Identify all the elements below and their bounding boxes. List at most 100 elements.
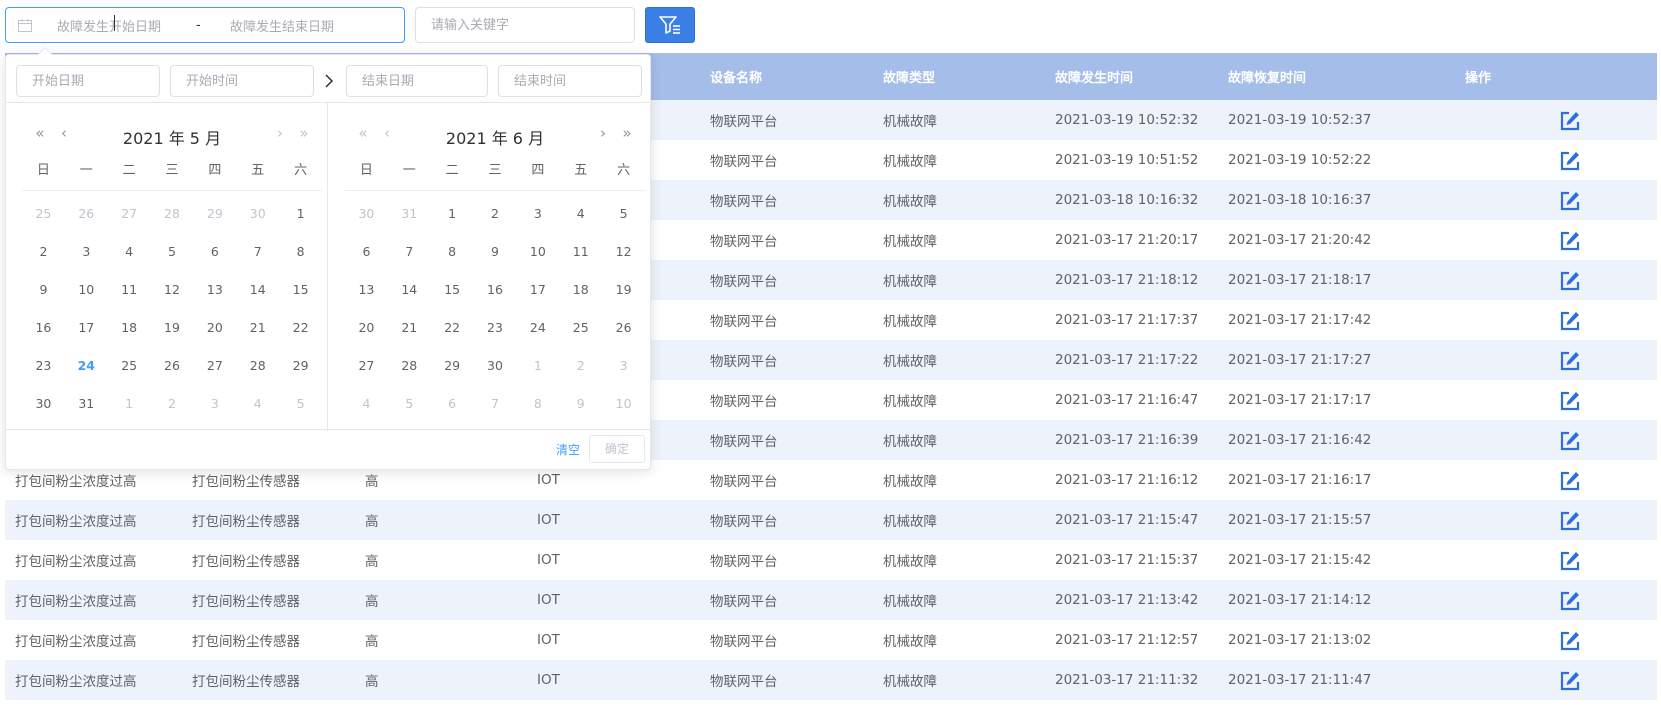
edit-icon[interactable] xyxy=(1559,670,1581,692)
day-cell[interactable]: 6 xyxy=(193,233,236,271)
day-cell[interactable]: 8 xyxy=(516,385,559,423)
end-time-field[interactable] xyxy=(498,65,642,97)
day-cell[interactable]: 13 xyxy=(345,271,388,309)
day-cell[interactable]: 2 xyxy=(151,385,194,423)
day-cell[interactable]: 18 xyxy=(559,271,602,309)
day-cell[interactable]: 1 xyxy=(516,347,559,385)
edit-icon[interactable] xyxy=(1559,110,1581,132)
day-cell[interactable]: 11 xyxy=(559,233,602,271)
day-cell[interactable]: 9 xyxy=(22,271,65,309)
day-cell[interactable]: 30 xyxy=(236,195,279,233)
day-cell[interactable]: 10 xyxy=(516,233,559,271)
start-date-field[interactable] xyxy=(16,65,160,97)
day-cell[interactable]: 31 xyxy=(388,195,431,233)
day-cell[interactable]: 28 xyxy=(236,347,279,385)
end-date-placeholder[interactable]: 故障发生结束日期 xyxy=(230,16,334,35)
day-cell[interactable]: 25 xyxy=(108,347,151,385)
day-cell[interactable]: 4 xyxy=(236,385,279,423)
day-cell[interactable]: 27 xyxy=(345,347,388,385)
day-cell[interactable]: 10 xyxy=(65,271,108,309)
today-cell[interactable]: 24 xyxy=(65,347,108,385)
day-cell[interactable]: 4 xyxy=(108,233,151,271)
day-cell[interactable]: 4 xyxy=(345,385,388,423)
next-month-button[interactable]: › xyxy=(595,124,611,142)
day-cell[interactable]: 13 xyxy=(193,271,236,309)
day-cell[interactable]: 9 xyxy=(559,385,602,423)
day-cell[interactable]: 17 xyxy=(65,309,108,347)
day-cell[interactable]: 12 xyxy=(151,271,194,309)
day-cell[interactable]: 8 xyxy=(279,233,322,271)
edit-icon[interactable] xyxy=(1559,510,1581,532)
day-cell[interactable]: 29 xyxy=(431,347,474,385)
day-cell[interactable]: 9 xyxy=(474,233,517,271)
day-cell[interactable]: 7 xyxy=(474,385,517,423)
day-cell[interactable]: 21 xyxy=(388,309,431,347)
day-cell[interactable]: 1 xyxy=(108,385,151,423)
day-cell[interactable]: 11 xyxy=(108,271,151,309)
day-cell[interactable]: 18 xyxy=(108,309,151,347)
day-cell[interactable]: 20 xyxy=(345,309,388,347)
day-cell[interactable]: 15 xyxy=(431,271,474,309)
date-range-input[interactable]: 故障发生开始日期 - 故障发生结束日期 xyxy=(5,7,405,43)
day-cell[interactable]: 30 xyxy=(345,195,388,233)
edit-icon[interactable] xyxy=(1559,310,1581,332)
day-cell[interactable]: 27 xyxy=(108,195,151,233)
day-cell[interactable]: 17 xyxy=(516,271,559,309)
edit-icon[interactable] xyxy=(1559,190,1581,212)
day-cell[interactable]: 22 xyxy=(431,309,474,347)
day-cell[interactable]: 7 xyxy=(236,233,279,271)
edit-icon[interactable] xyxy=(1559,430,1581,452)
edit-icon[interactable] xyxy=(1559,350,1581,372)
day-cell[interactable]: 24 xyxy=(516,309,559,347)
day-cell[interactable]: 3 xyxy=(602,347,645,385)
day-cell[interactable]: 2 xyxy=(22,233,65,271)
day-cell[interactable]: 26 xyxy=(65,195,108,233)
day-cell[interactable]: 4 xyxy=(559,195,602,233)
day-cell[interactable]: 25 xyxy=(22,195,65,233)
edit-icon[interactable] xyxy=(1559,390,1581,412)
edit-icon[interactable] xyxy=(1559,630,1581,652)
day-cell[interactable]: 5 xyxy=(388,385,431,423)
day-cell[interactable]: 2 xyxy=(559,347,602,385)
day-cell[interactable]: 5 xyxy=(602,195,645,233)
day-cell[interactable]: 16 xyxy=(22,309,65,347)
start-date-placeholder[interactable]: 故障发生开始日期 xyxy=(57,14,182,35)
day-cell[interactable]: 3 xyxy=(193,385,236,423)
day-cell[interactable]: 26 xyxy=(151,347,194,385)
end-date-field[interactable] xyxy=(346,65,488,97)
day-cell[interactable]: 3 xyxy=(65,233,108,271)
day-cell[interactable]: 10 xyxy=(602,385,645,423)
day-cell[interactable]: 30 xyxy=(22,385,65,423)
day-cell[interactable]: 14 xyxy=(388,271,431,309)
day-cell[interactable]: 5 xyxy=(151,233,194,271)
clear-button[interactable]: 清空 xyxy=(556,441,580,458)
edit-icon[interactable] xyxy=(1559,230,1581,252)
edit-icon[interactable] xyxy=(1559,590,1581,612)
day-cell[interactable]: 19 xyxy=(151,309,194,347)
day-cell[interactable]: 3 xyxy=(516,195,559,233)
day-cell[interactable]: 5 xyxy=(279,385,322,423)
day-cell[interactable]: 21 xyxy=(236,309,279,347)
day-cell[interactable]: 2 xyxy=(474,195,517,233)
day-cell[interactable]: 7 xyxy=(388,233,431,271)
filter-button[interactable] xyxy=(645,7,695,43)
day-cell[interactable]: 20 xyxy=(193,309,236,347)
day-cell[interactable]: 23 xyxy=(474,309,517,347)
day-cell[interactable]: 23 xyxy=(22,347,65,385)
day-cell[interactable]: 30 xyxy=(474,347,517,385)
day-cell[interactable]: 16 xyxy=(474,271,517,309)
day-cell[interactable]: 29 xyxy=(193,195,236,233)
day-cell[interactable]: 1 xyxy=(431,195,474,233)
edit-icon[interactable] xyxy=(1559,270,1581,292)
day-cell[interactable]: 8 xyxy=(431,233,474,271)
day-cell[interactable]: 25 xyxy=(559,309,602,347)
day-cell[interactable]: 22 xyxy=(279,309,322,347)
day-cell[interactable]: 26 xyxy=(602,309,645,347)
start-time-field[interactable] xyxy=(170,65,314,97)
day-cell[interactable]: 14 xyxy=(236,271,279,309)
day-cell[interactable]: 29 xyxy=(279,347,322,385)
day-cell[interactable]: 12 xyxy=(602,233,645,271)
day-cell[interactable]: 27 xyxy=(193,347,236,385)
edit-icon[interactable] xyxy=(1559,150,1581,172)
day-cell[interactable]: 28 xyxy=(388,347,431,385)
